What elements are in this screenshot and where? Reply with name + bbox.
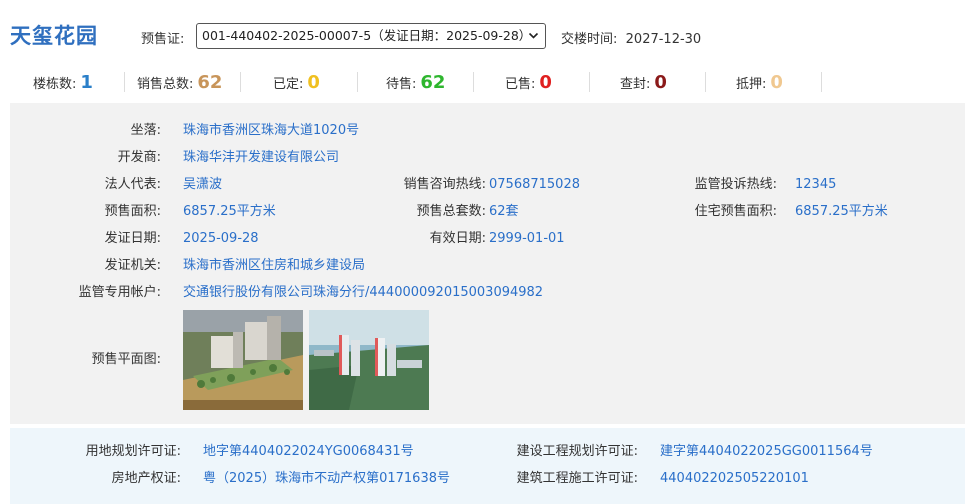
- account-label: 监管专用帐户:: [78, 285, 161, 300]
- location-label: 坐落:: [130, 123, 161, 138]
- land-plan-value: 地字第4404022024YG0068431号: [203, 444, 414, 459]
- presale-select[interactable]: 001-440402-2025-00007-5（发证日期：2025-09-28）: [196, 23, 546, 49]
- stat-buildings: 楼栋数: 1: [33, 64, 93, 100]
- aerial-rendering-image: [309, 310, 429, 410]
- stat-label: 已定:: [273, 76, 304, 92]
- valid-date-value: 2999-01-01: [489, 231, 565, 246]
- build-plan-label: 建设工程规划许可证:: [516, 444, 638, 459]
- project-title: 天玺花园: [10, 24, 98, 48]
- presale-label: 预售证:: [141, 32, 185, 47]
- stat-value: 62: [420, 71, 446, 93]
- delivery-time: 交楼时间: 2027-12-30: [561, 28, 701, 47]
- residential-area-label: 住宅预售面积:: [694, 204, 777, 219]
- issuer-value: 珠海市香洲区住房和城乡建设局: [183, 258, 366, 273]
- info-row-contacts: 法人代表: 吴潇波 销售咨询热线: 07568715028 监管投诉热线: 12…: [10, 175, 965, 195]
- valid-date-label: 有效日期:: [429, 231, 486, 246]
- stat-value: 0: [539, 71, 552, 93]
- divider: [357, 72, 358, 92]
- floorplan-thumbnail-2[interactable]: [309, 310, 429, 410]
- sales-hotline-value: 07568715028: [489, 177, 580, 192]
- presale-area-label: 预售面积:: [104, 204, 161, 219]
- stat-label: 抵押:: [736, 76, 767, 92]
- stat-sealed: 查封: 0: [620, 64, 667, 100]
- divider: [821, 72, 822, 92]
- presale-area-value: 6857.25平方米: [183, 204, 276, 219]
- divider: [705, 72, 706, 92]
- stat-for-sale: 待售: 62: [386, 64, 445, 100]
- legal-rep-value: 吴潇波: [183, 177, 223, 192]
- divider: [240, 72, 241, 92]
- stat-value: 0: [307, 71, 320, 93]
- stat-value: 0: [654, 71, 667, 93]
- issuer-label: 发证机关:: [104, 258, 161, 273]
- issue-date-value: 2025-09-28: [183, 231, 259, 246]
- info-row-dates: 发证日期: 2025-09-28 有效日期: 2999-01-01: [10, 229, 965, 249]
- model-photo-image: [183, 310, 303, 410]
- account-value: 交通银行股份有限公司珠海分行/444000092015003094982: [183, 285, 544, 300]
- stat-value: 62: [197, 71, 223, 93]
- developer-label: 开发商:: [117, 150, 161, 165]
- stat-label: 待售:: [386, 76, 417, 92]
- property-value: 粤（2025）珠海市不动产权第0171638号: [203, 471, 450, 486]
- complaint-hotline-label: 监管投诉热线:: [694, 177, 777, 192]
- license-panel: 用地规划许可证: 地字第4404022024YG0068431号 建设工程规划许…: [10, 428, 965, 504]
- floorplan-row: 预售平面图:: [10, 350, 170, 370]
- delivery-value: 2027-12-30: [625, 32, 702, 47]
- header: 天玺花园 预售证: 001-440402-2025-00007-5（发证日期：2…: [0, 0, 975, 64]
- land-plan-label: 用地规划许可证:: [85, 444, 181, 459]
- floorplan-label: 预售平面图:: [91, 352, 161, 367]
- issue-date-label: 发证日期:: [104, 231, 161, 246]
- floorplan-thumbnail-1[interactable]: [183, 310, 303, 410]
- construction-label: 建筑工程施工许可证:: [516, 471, 638, 486]
- construction-value: 440402202505220101: [660, 471, 809, 486]
- sales-hotline-label: 销售咨询热线:: [403, 177, 486, 192]
- divider: [473, 72, 474, 92]
- stat-label: 销售总数:: [137, 76, 194, 92]
- stat-label: 查封:: [620, 76, 651, 92]
- info-row-location: 坐落: 珠海市香洲区珠海大道1020号: [10, 121, 965, 141]
- presale-selected-value: 001-440402-2025-00007-5（发证日期：2025-09-28）: [202, 28, 532, 43]
- build-plan-value: 建字第4404022025GG0011564号: [660, 444, 873, 459]
- delivery-label: 交楼时间:: [561, 32, 618, 47]
- info-row-areas: 预售面积: 6857.25平方米 预售总套数: 62套 住宅预售面积: 6857…: [10, 202, 965, 222]
- residential-area-value: 6857.25平方米: [795, 204, 888, 219]
- stat-reserved: 已定: 0: [273, 64, 320, 100]
- developer-value: 珠海华沣开发建设有限公司: [183, 150, 340, 165]
- stat-label: 楼栋数:: [33, 76, 77, 92]
- stat-total-sales: 销售总数: 62: [137, 64, 222, 100]
- stat-sold: 已售: 0: [505, 64, 552, 100]
- divider: [589, 72, 590, 92]
- info-row-issuer: 发证机关: 珠海市香洲区住房和城乡建设局: [10, 256, 965, 276]
- property-label: 房地产权证:: [111, 471, 181, 486]
- info-row-developer: 开发商: 珠海华沣开发建设有限公司: [10, 148, 965, 168]
- stat-mortgaged: 抵押: 0: [736, 64, 783, 100]
- stat-value: 1: [80, 71, 93, 93]
- divider: [124, 72, 125, 92]
- stats-bar: 楼栋数: 1 销售总数: 62 已定: 0 待售: 62 已售: 0 查封: 0…: [0, 64, 975, 100]
- presale-units-label: 预售总套数:: [416, 204, 486, 219]
- license-row-1: 用地规划许可证: 地字第4404022024YG0068431号 建设工程规划许…: [10, 442, 965, 462]
- stat-label: 已售:: [505, 76, 536, 92]
- chevron-down-icon: [528, 24, 539, 48]
- stat-value: 0: [770, 71, 783, 93]
- info-row-account: 监管专用帐户: 交通银行股份有限公司珠海分行/44400009201500309…: [10, 283, 965, 303]
- presale-units-value: 62套: [489, 204, 519, 219]
- complaint-hotline-value: 12345: [795, 177, 837, 192]
- project-info-panel: 坐落: 珠海市香洲区珠海大道1020号 开发商: 珠海华沣开发建设有限公司 法人…: [10, 103, 965, 424]
- location-value: 珠海市香洲区珠海大道1020号: [183, 123, 360, 138]
- legal-rep-label: 法人代表:: [104, 177, 161, 192]
- license-row-2: 房地产权证: 粤（2025）珠海市不动产权第0171638号 建筑工程施工许可证…: [10, 469, 965, 489]
